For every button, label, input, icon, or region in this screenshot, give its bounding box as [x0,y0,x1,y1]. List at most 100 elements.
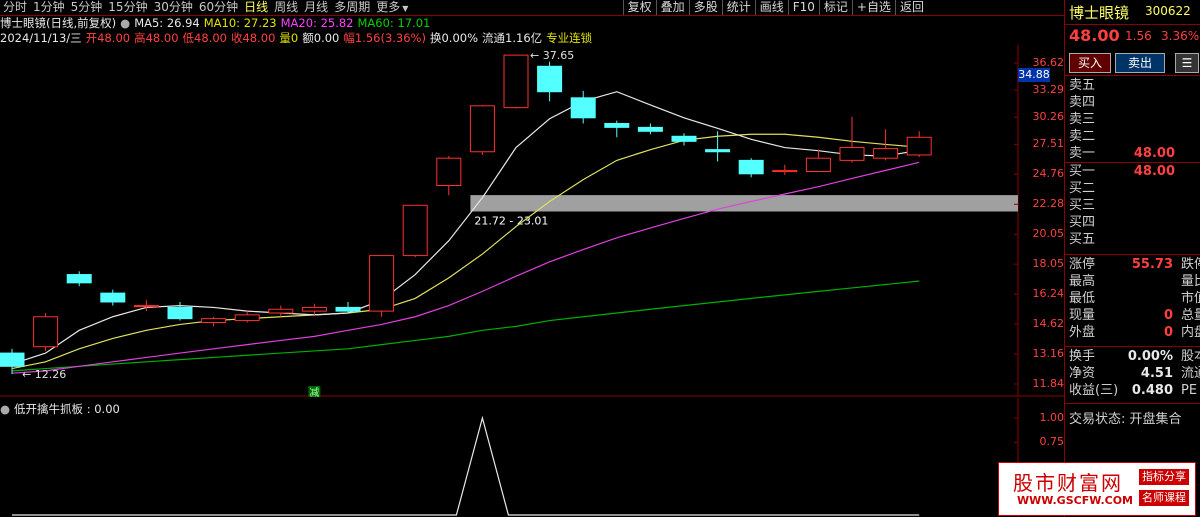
stat-row: 换手 0.00% 股本 [1069,349,1200,365]
period-tab[interactable]: 分时 [0,0,30,15]
period-tab[interactable]: 60分钟 [196,0,241,15]
candle[interactable] [66,271,92,287]
candle-body [873,148,899,159]
toolbar-button[interactable]: 返回 [894,0,928,15]
bid-level[interactable]: 买五 [1069,232,1200,248]
toolbar-button[interactable]: 叠加 [655,0,689,15]
finance-table: 换手0.00%股本净资4.51流通收益(三)0.480PE [1065,349,1200,403]
candle-body [436,157,462,187]
candle[interactable] [301,303,327,315]
turnover-value: 换0.00% [429,31,479,45]
candle[interactable] [167,301,193,321]
period-tab[interactable]: 1分钟 [30,0,68,15]
candle[interactable] [234,311,260,323]
candle[interactable] [33,312,59,351]
period-tab[interactable]: 更多 ▼ [373,0,411,16]
stat-label: 换手 [1069,349,1096,364]
candle[interactable] [738,158,764,178]
candle[interactable] [436,156,462,196]
candle[interactable] [268,305,294,317]
candle[interactable] [201,316,227,327]
stat-row: 涨停 55.73 跌停 [1069,257,1200,273]
candle[interactable] [772,164,798,175]
candlestick-chart[interactable]: 21.72 - 23.01 ← 37.65 ← 12.26 减 [0,45,1064,397]
watermark-logo: 股市财富网 WWW.GSCFW.COM 指标分享 名师课程 [998,462,1196,516]
stat-row: 外盘 0 内盘 [1069,325,1200,341]
candle[interactable] [100,289,126,306]
period-tab[interactable]: 周线 [271,0,301,15]
trade-status: 交易状态: 开盘集合 [1069,412,1182,427]
toolbar-button[interactable]: F10 [787,0,819,15]
candle-body [369,255,395,312]
candle[interactable] [671,133,697,146]
period-tab[interactable]: 日线 [241,0,271,15]
stat-label-2: 量比 [1181,274,1200,289]
watermark-url: WWW.GSCFW.COM [1017,494,1134,507]
candle-body [839,147,865,161]
candle-body [33,316,59,348]
candle-body [201,318,227,323]
candle[interactable] [402,204,428,258]
stat-label: 净资 [1069,366,1096,381]
stat-value: 0 [1163,308,1173,323]
candle-body [537,65,563,93]
candle[interactable] [839,116,865,163]
settings-icon[interactable]: ● [120,16,130,30]
ask-level[interactable]: 卖一 48.00 [1069,146,1200,162]
period-tab[interactable]: 15分钟 [105,0,150,15]
candle[interactable] [503,54,529,109]
bid-level[interactable]: 买四 [1069,215,1200,231]
ma-legend: 博士眼镜(日线,前复权) ● MA5: 26.94 MA10: 27.23 MA… [0,16,434,30]
stat-row: 净资 4.51 流通 [1069,366,1200,382]
ask-level[interactable]: 卖四 [1069,95,1200,111]
bid-level[interactable]: 买一 48.00 [1069,164,1200,180]
period-tab[interactable]: 月线 [301,0,331,15]
sell-button[interactable]: 卖出 [1115,53,1165,73]
ask-level[interactable]: 卖二 [1069,129,1200,145]
bid-level-label: 买一 [1069,164,1096,179]
candle-body [0,352,25,367]
sector-tag[interactable]: 专业连锁 [546,31,592,45]
candle[interactable] [604,120,630,138]
candle[interactable] [369,255,395,317]
candle[interactable] [469,104,495,155]
candle[interactable] [805,149,831,173]
current-price-tag: 34.88 [1018,68,1050,82]
candle-body [671,135,697,142]
bid-level[interactable]: 买三 [1069,198,1200,214]
candle[interactable] [637,123,663,135]
toolbar-button[interactable]: 多股 [688,0,722,15]
stat-label-2: 市值 [1181,291,1200,306]
price-axis-label: 30.26 [1032,110,1065,124]
bid-level[interactable]: 买二 [1069,181,1200,197]
ask-level[interactable]: 卖五 [1069,78,1200,94]
divider [1065,254,1200,255]
candle[interactable] [906,131,932,158]
period-tab[interactable]: 多周期 [331,0,373,15]
indicator-chart[interactable] [0,398,1064,517]
candle[interactable] [537,61,563,102]
stock-name: 博士眼镜 [1069,4,1130,22]
candle[interactable] [335,301,361,313]
ask-level-label: 卖四 [1069,95,1096,110]
ask-level[interactable]: 卖三 [1069,112,1200,128]
amplitude-value: 幅1.56(3.36%) [343,31,426,45]
period-tab[interactable]: 5分钟 [68,0,106,15]
ma60-value: MA60: 17.01 [357,16,431,30]
toolbar-button[interactable]: 复权 [622,0,656,15]
stock-code: 300622 [1145,4,1191,18]
stock-title: 博士眼镜(日线,前复权) [0,16,117,30]
candle-body [133,305,159,308]
price-axis-label: 33.29 [1032,83,1065,97]
candle-body [335,306,361,312]
period-tab[interactable]: 30分钟 [151,0,196,15]
toolbar-button[interactable]: 画线 [754,0,788,15]
menu-icon[interactable]: ☰ [1175,53,1199,73]
toolbar-button[interactable]: 标记 [818,0,852,15]
toolbar-button[interactable]: 统计 [721,0,755,15]
candle[interactable] [570,90,596,124]
toolbar-button[interactable]: +自选 [851,0,895,15]
stat-value: 0 [1163,325,1173,340]
buy-button[interactable]: 买入 [1069,53,1111,73]
stat-row: 收益(三) 0.480 PE [1069,383,1200,399]
